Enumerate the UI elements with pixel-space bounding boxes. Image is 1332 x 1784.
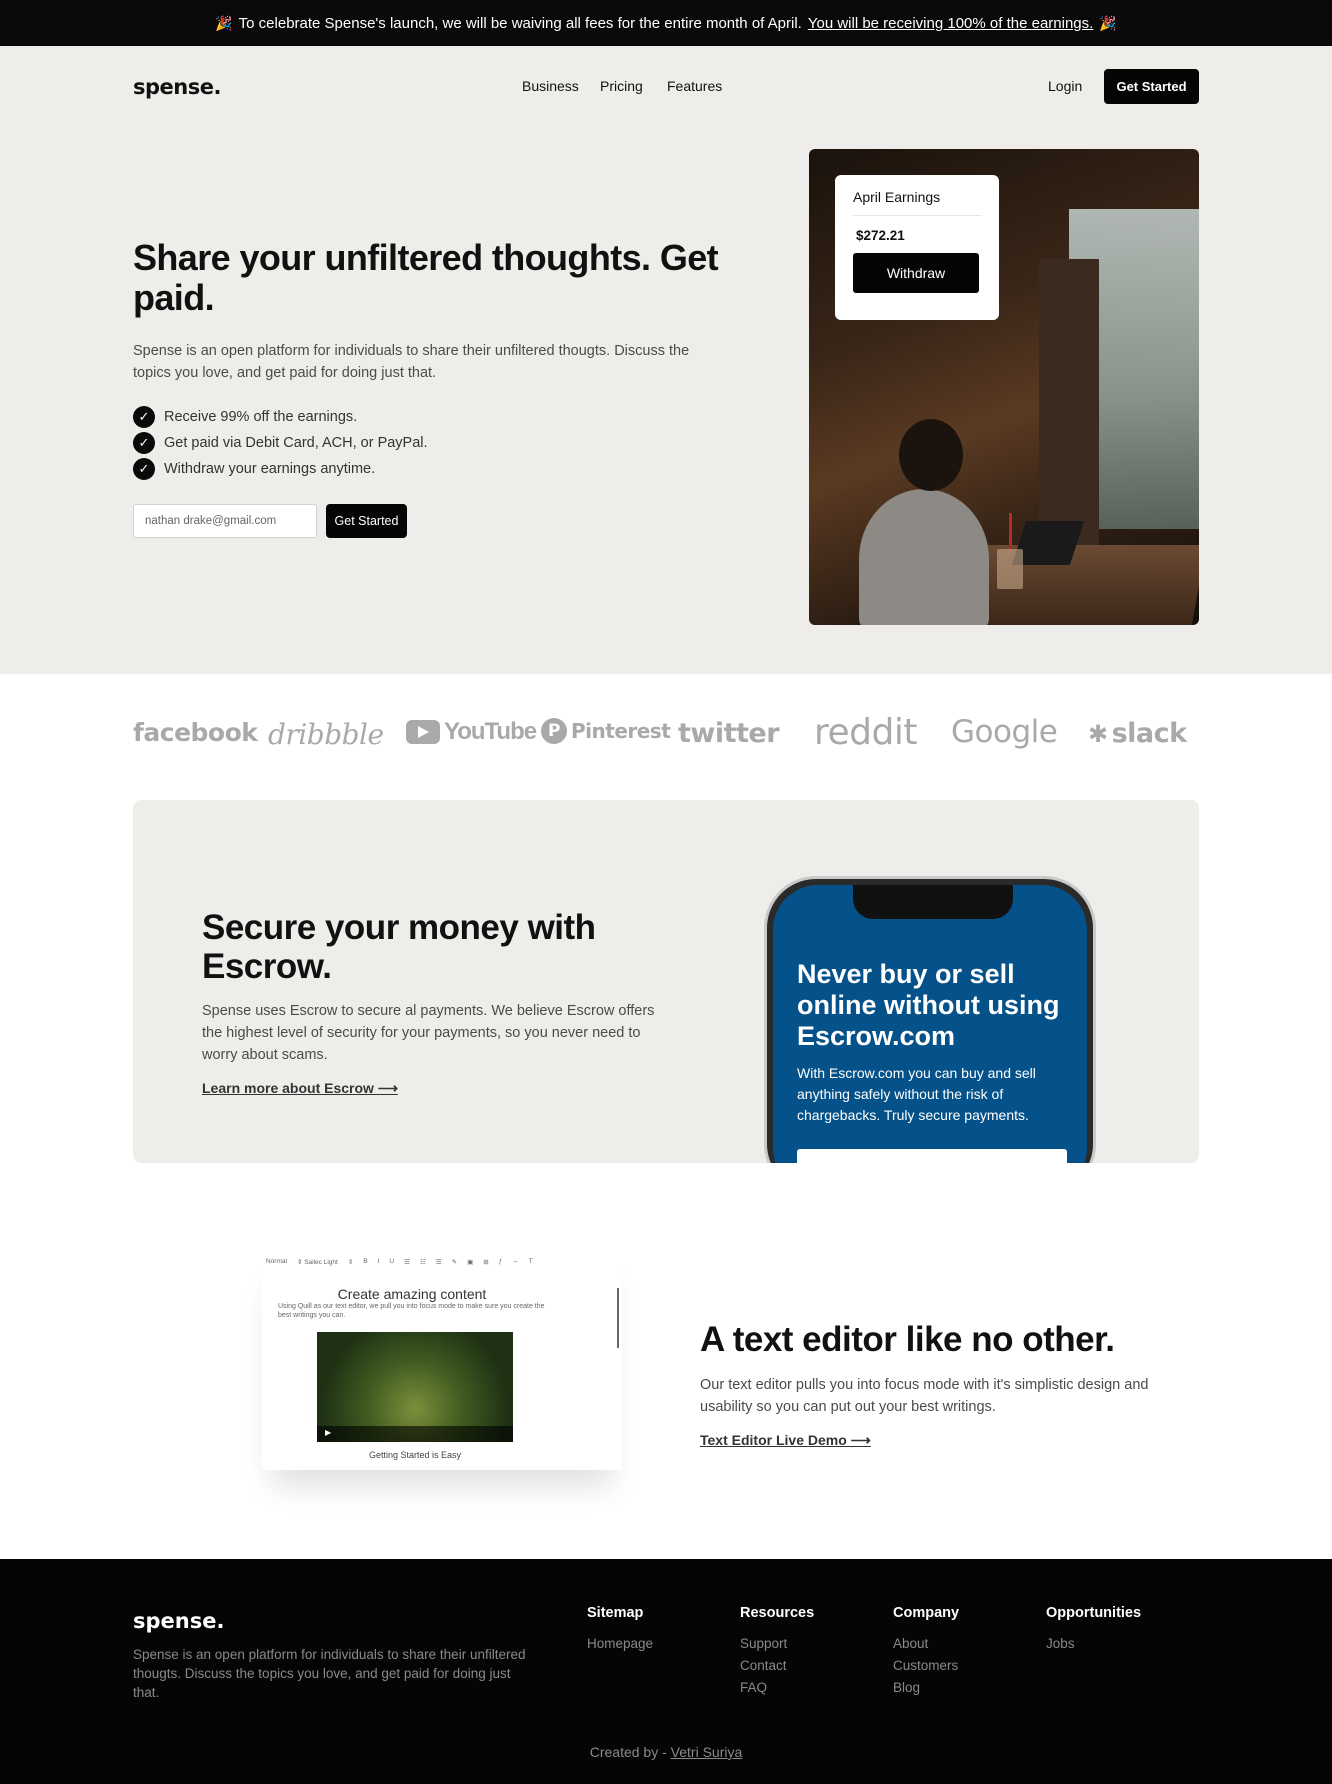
check-icon: ✓ [133, 406, 155, 428]
footer-link-about[interactable]: About [893, 1633, 959, 1655]
check-icon: ✓ [133, 458, 155, 480]
footer-heading: Opportunities [1046, 1605, 1142, 1621]
editor-demo-link[interactable]: Text Editor Live Demo ⟶ [700, 1432, 871, 1449]
footer-heading: Resources [740, 1605, 815, 1621]
footer-link-homepage[interactable]: Homepage [587, 1633, 653, 1655]
brand-youtube: YouTube [406, 718, 537, 746]
editor-preview-subtitle: Using Quill as our text editor, we pull … [278, 1303, 545, 1319]
logo[interactable]: spense. [133, 75, 221, 99]
withdraw-button[interactable]: Withdraw [853, 253, 979, 293]
phone-mockup: Never buy or sell online without using E… [764, 876, 1096, 1163]
editor-preview: Normal ⇕ Sailec Light ⇕ B I U ☰ ☷ ☰ ✎ ▣ … [262, 1250, 622, 1470]
email-input[interactable] [133, 504, 317, 538]
footer-link-customers[interactable]: Customers [893, 1655, 959, 1677]
announcement-bar: 🎉 To celebrate Spense's launch, we will … [0, 0, 1332, 46]
brand-youtube-text: YouTube [444, 718, 537, 745]
escrow-learn-more-link[interactable]: Learn more about Escrow ⟶ [202, 1080, 398, 1097]
footer-column-opportunities: Opportunities Jobs [1046, 1605, 1141, 1655]
footer-heading: Company [893, 1605, 960, 1621]
editor-toolbar: Normal ⇕ Sailec Light ⇕ B I U ☰ ☷ ☰ ✎ ▣ … [266, 1258, 533, 1266]
footer-column-sitemap: Sitemap Homepage [587, 1605, 653, 1655]
nav-pricing[interactable]: Pricing [600, 78, 643, 94]
earnings-card: April Earnings $272.21 Withdraw [835, 175, 999, 320]
hero-title: Share your unfiltered thoughts. Get paid… [133, 237, 719, 318]
footer-link-jobs[interactable]: Jobs [1046, 1633, 1141, 1655]
footer-logo[interactable]: spense. [133, 1609, 224, 1633]
clear-format-icon: T [528, 1258, 533, 1265]
party-popper-icon: 🎉 [215, 14, 233, 31]
footer-link-contact[interactable]: Contact [740, 1655, 814, 1677]
header-get-started-button[interactable]: Get Started [1104, 69, 1199, 104]
footer: spense. Spense is an open platform for i… [0, 1559, 1332, 1784]
footer-heading: Sitemap [587, 1605, 644, 1621]
earnings-title: April Earnings [853, 189, 981, 216]
credit-prefix: Created by - [589, 1744, 667, 1760]
brand-pinterest-text: Pinterest [571, 719, 671, 743]
toolbar-format: Normal [266, 1258, 287, 1265]
underline-icon: U [389, 1258, 395, 1265]
link-icon: ✎ [451, 1259, 458, 1266]
footer-link-support[interactable]: Support [740, 1633, 814, 1655]
benefit-item: ✓ Withdraw your earnings anytime. [133, 458, 375, 480]
toolbar-size: ⇕ [347, 1259, 354, 1266]
announcement-link[interactable]: You will be receiving 100% of the earnin… [808, 15, 1093, 32]
credit-author-link[interactable]: Vetri Suriya [671, 1744, 743, 1760]
brand-dribbble: dribbble [268, 718, 384, 751]
party-popper-icon: 🎉 [1099, 14, 1117, 31]
check-icon: ✓ [133, 432, 155, 454]
ordered-list-icon: ☷ [419, 1259, 426, 1266]
escrow-title: Secure your money with Escrow. [202, 908, 596, 986]
list-icon: ☰ [404, 1259, 410, 1266]
footer-credit: Created by - Vetri Suriya [0, 1744, 1332, 1760]
youtube-icon [406, 720, 440, 744]
footer-column-resources: Resources Support Contact FAQ [740, 1605, 814, 1699]
slack-icon: ✱ [1088, 719, 1108, 748]
brand-facebook: facebook [133, 718, 258, 747]
brand-twitter: twitter [678, 718, 780, 749]
editor-title: A text editor like no other. [700, 1320, 1115, 1359]
benefit-item: ✓ Get paid via Debit Card, ACH, or PayPa… [133, 432, 428, 454]
brand-pinterest: P Pinterest [541, 718, 671, 744]
benefit-text: Withdraw your earnings anytime. [164, 461, 376, 477]
nav-features[interactable]: Features [667, 78, 722, 94]
footer-link-faq[interactable]: FAQ [740, 1677, 814, 1699]
nav-business[interactable]: Business [522, 78, 579, 94]
footer-column-company: Company About Customers Blog [893, 1605, 959, 1699]
video-icon: ⊞ [483, 1259, 489, 1266]
brand-slack: ✱ slack [1088, 718, 1187, 749]
brand-reddit: reddit [814, 712, 917, 753]
phone-text: With Escrow.com you can buy and sell any… [797, 1065, 1036, 1123]
footer-link-blog[interactable]: Blog [893, 1677, 959, 1699]
benefit-item: ✓ Receive 99% off the earnings. [133, 406, 357, 428]
video-embed: ▶ [317, 1332, 513, 1442]
play-icon: ▶ [325, 1428, 332, 1437]
login-link[interactable]: Login [1048, 78, 1082, 94]
toolbar-font: ⇕ Sailec Light [296, 1259, 338, 1266]
benefit-text: Get paid via Debit Card, ACH, or PayPal. [164, 435, 428, 451]
hero-get-started-button[interactable]: Get Started [326, 504, 407, 538]
brand-slack-text: slack [1111, 718, 1188, 749]
earnings-amount: $272.21 [856, 228, 905, 243]
benefit-text: Receive 99% off the earnings. [164, 409, 358, 425]
editor-preview-title: Create amazing content [337, 1286, 487, 1302]
text-cursor [617, 1288, 619, 1348]
footer-description: Spense is an open platform for individua… [133, 1647, 526, 1700]
pinterest-icon: P [541, 718, 567, 744]
align-icon: ☰ [435, 1259, 442, 1266]
image-icon: ▣ [467, 1259, 474, 1266]
escrow-description: Spense uses Escrow to secure al payments… [202, 1003, 655, 1063]
announcement-text: To celebrate Spense's launch, we will be… [238, 14, 802, 32]
hero-description: Spense is an open platform for individua… [133, 343, 690, 381]
brand-google: Google [951, 714, 1058, 750]
italic-icon: I [377, 1258, 380, 1265]
code-icon: ⇔ [512, 1258, 519, 1265]
editor-description: Our text editor pulls you into focus mod… [700, 1377, 1149, 1415]
escrow-section: Secure your money with Escrow. Spense us… [133, 800, 1199, 1163]
bold-icon: B [363, 1258, 368, 1265]
editor-preview-caption: Getting Started is Easy [368, 1450, 462, 1460]
phone-headline: Never buy or sell online without using E… [797, 959, 1060, 1051]
formula-icon: ƒ [498, 1258, 503, 1265]
